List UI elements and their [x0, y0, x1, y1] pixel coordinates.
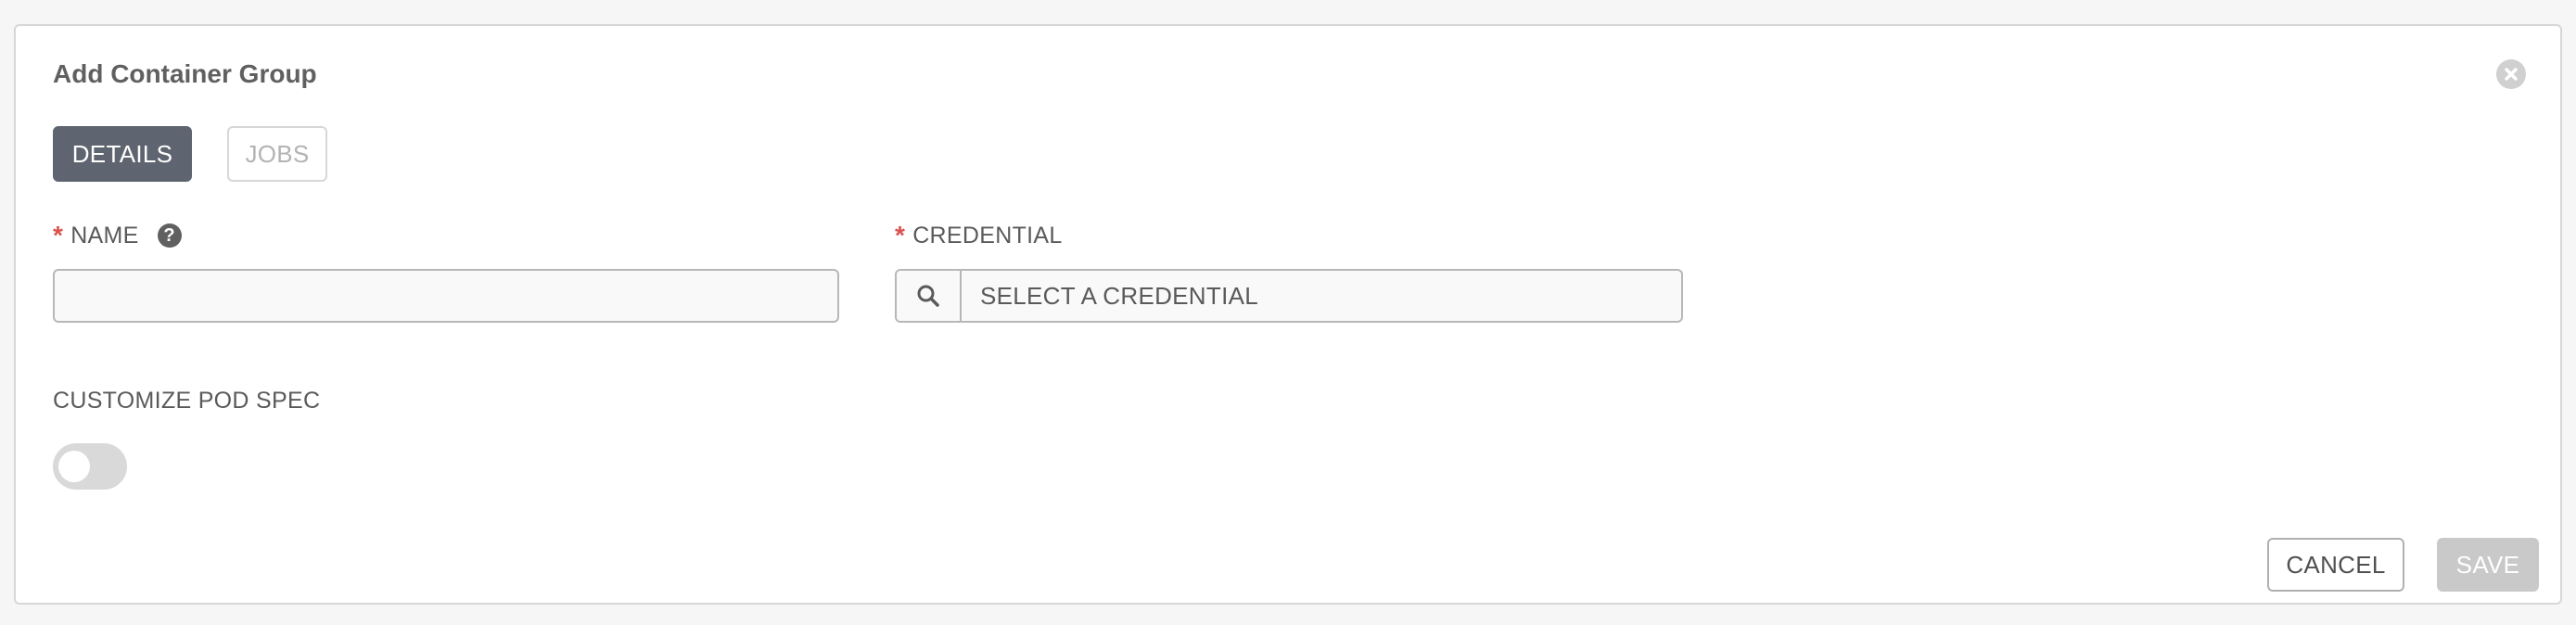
- required-marker: *: [53, 221, 64, 249]
- name-label-text: NAME: [70, 222, 139, 249]
- pod-spec-toggle[interactable]: [53, 443, 127, 490]
- tab-bar: DETAILS JOBS: [53, 126, 327, 182]
- name-input[interactable]: [53, 269, 839, 323]
- name-field-label: * NAME ?: [53, 223, 182, 249]
- tab-jobs[interactable]: JOBS: [227, 126, 327, 182]
- required-marker: *: [895, 221, 906, 249]
- credential-label-text: CREDENTIAL: [912, 222, 1063, 249]
- save-button[interactable]: SAVE: [2437, 538, 2539, 592]
- toggle-knob: [58, 451, 90, 482]
- cancel-button[interactable]: CANCEL: [2267, 538, 2404, 592]
- credential-field-label: * CREDENTIAL: [895, 223, 1063, 249]
- close-icon[interactable]: [2496, 59, 2526, 89]
- search-icon: [917, 285, 939, 307]
- panel-title: Add Container Group: [53, 59, 317, 88]
- tab-details[interactable]: DETAILS: [53, 126, 192, 182]
- credential-placeholder[interactable]: SELECT A CREDENTIAL: [962, 271, 1681, 321]
- credential-search-button[interactable]: [897, 271, 962, 321]
- add-container-group-panel: Add Container Group DETAILS JOBS * NAME …: [14, 24, 2562, 605]
- question-circle-icon[interactable]: ?: [157, 223, 182, 248]
- pod-spec-label: CUSTOMIZE POD SPEC: [53, 388, 321, 414]
- credential-lookup: SELECT A CREDENTIAL: [895, 269, 1683, 323]
